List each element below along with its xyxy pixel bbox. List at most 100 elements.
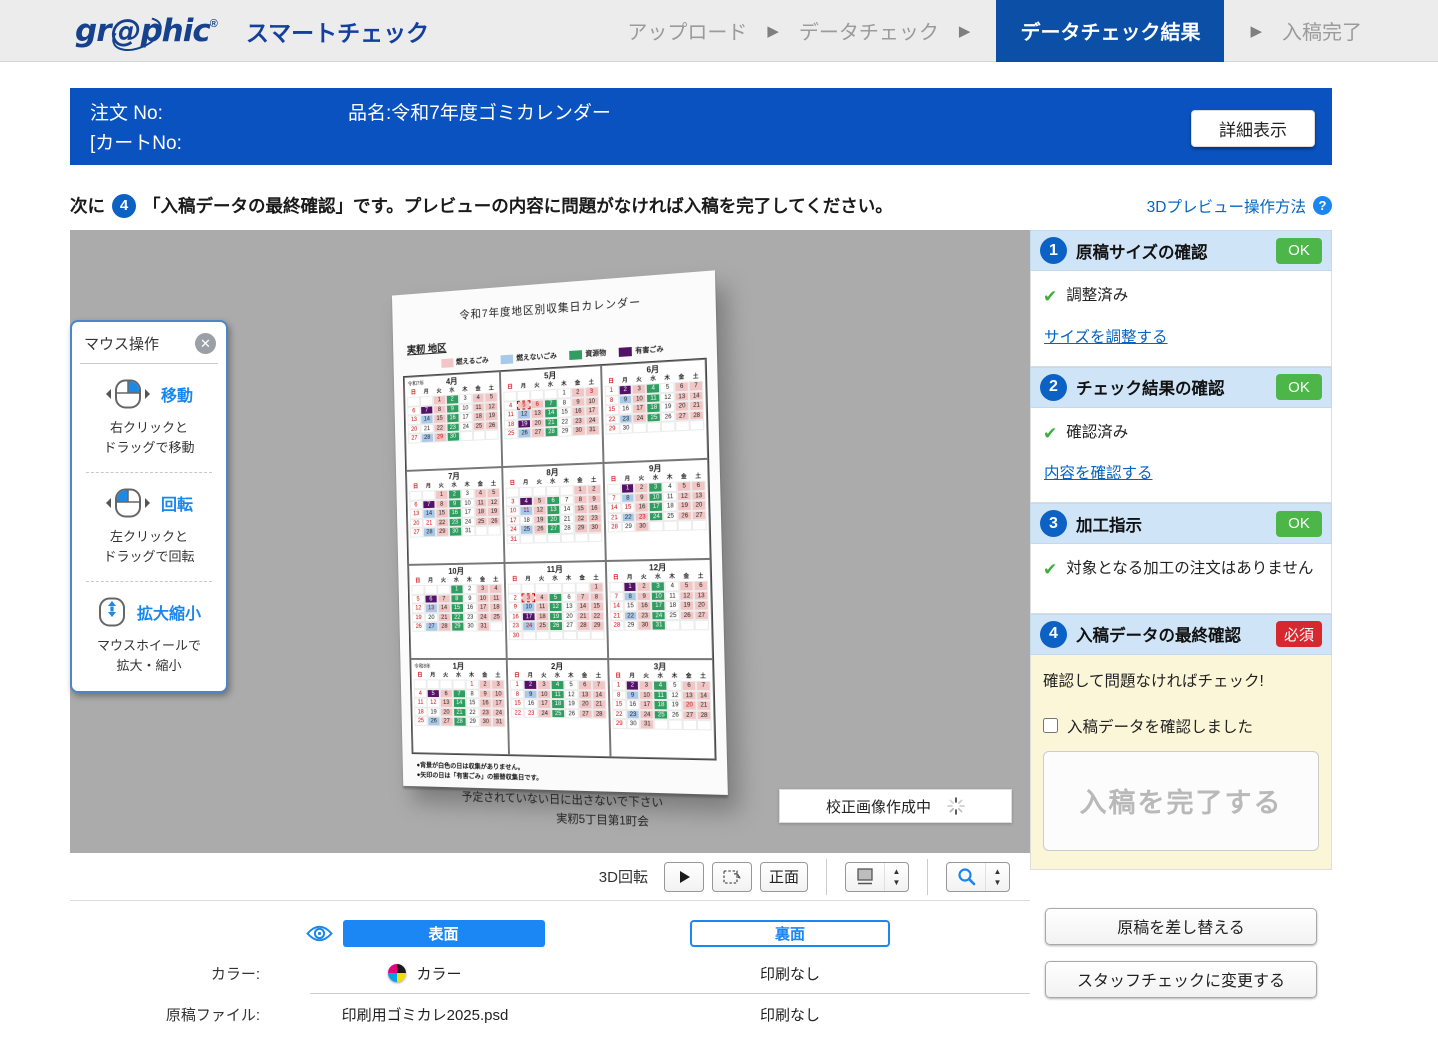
section2-title: チェック結果の確認	[1076, 380, 1225, 398]
proof-generating-status: 校正画像作成中	[779, 789, 1012, 823]
step3-number-icon: 3	[1040, 510, 1067, 537]
play-icon	[679, 870, 690, 883]
preview-column: マウス操作 ✕ 移動 右クリックと ドラッグで移動 回転 左クリックと ドラッグ…	[70, 230, 1030, 1034]
mouse-panel-title: マウス操作	[84, 336, 160, 353]
check-icon: ✔	[1043, 423, 1058, 443]
view-toolbar: 3D回転 正面 ▲ ▼ ▲ ▼	[70, 853, 1030, 901]
step1-number-icon: 1	[1040, 237, 1067, 264]
mouse-move-help: 移動 右クリックと ドラッグで移動	[80, 379, 218, 457]
calendar-month: 7月日月火水木金土 1 2 3 4 5 6 7 8 9 10 11 12 13 14 15 16 17 18 19 20…	[406, 467, 505, 565]
ok-badge: OK	[1276, 374, 1322, 400]
mouse-zoom-desc2: 拡大・縮小	[116, 657, 182, 673]
section-processing: 3 加工指示 OK ✔ 対象となる加工の注文はありません	[1030, 503, 1332, 614]
check-icon: ✔	[1043, 560, 1058, 579]
help-icon[interactable]: ?	[1313, 196, 1332, 215]
instruction-text: 「入稿データの最終確認」です。プレビューの内容に問題がなければ入稿を完了してくだ…	[143, 196, 893, 216]
step-datacheck-result-active: データチェック結果	[996, 0, 1225, 62]
app-header: gr@phic ® スマートチェック アップロード ▶ データチェック ▶ データ…	[0, 0, 1438, 62]
order-info-bar: 注文 No: 品名:令和7年度ゴミカレンダー [カートNo: 詳細表示	[70, 88, 1332, 165]
calendar-month: 10月日月火水木金土 1 2 3 4 5 6 7 8 9 10 11 12 13 14 15 16 17 18 19 2…	[408, 562, 508, 660]
step-submit-complete: 入稿完了	[1282, 22, 1362, 44]
front-color-value: カラー	[416, 965, 462, 983]
step-datacheck: データチェック	[798, 22, 939, 44]
legend-hazardous-swatch	[619, 346, 633, 357]
complete-submission-button[interactable]: 入稿を完了する	[1043, 750, 1319, 851]
play-rotation-button[interactable]	[663, 861, 704, 892]
preview-help-link[interactable]: 3Dプレビュー操作方法	[1147, 195, 1306, 217]
breadcrumb: アップロード ▶ データチェック ▶ データチェック結果 ▶ 入稿完了	[623, 0, 1438, 62]
mouse-rotate-help: 回転 左クリックと ドラッグで回転	[80, 488, 218, 566]
calendar-notes: ●背景が白色の日は収集がありません。 ●矢印の日は「有害ごみ」の振替収集日です。	[416, 761, 727, 790]
step-arrow-icon: ▶	[958, 22, 971, 40]
reset-rotation-button[interactable]	[711, 861, 752, 892]
adjust-size-link[interactable]: サイズを調整する	[1044, 325, 1168, 347]
step-arrow-icon: ▶	[767, 22, 779, 40]
calendar-month: 6月日月火水木金土 1 2 3 4 5 6 7 8 9 10 11 12 13 14 15 16 17 18 19 20…	[600, 358, 709, 464]
back-file-value: 印刷なし	[759, 1006, 820, 1024]
step4-number-icon: 4	[112, 193, 136, 218]
mouse-zoom-desc1: マウスホイールで	[96, 638, 201, 653]
ok-badge: OK	[1276, 510, 1322, 537]
calendar-month: 9月日月火水木金土 1 2 3 4 5 6 7 8 9 10 11 12 13 14 15 16 17 18 19 20…	[603, 458, 711, 561]
replace-manuscript-button[interactable]: 原稿を差し替える	[1045, 907, 1317, 945]
change-to-staff-check-button[interactable]: スタッフチェックに変更する	[1045, 960, 1317, 998]
smartcheck-page: gr@phic ® スマートチェック アップロード ▶ データチェック ▶ データ…	[0, 0, 1438, 1034]
registered-mark: ®	[209, 17, 218, 30]
front-view-button[interactable]: 正面	[759, 861, 808, 892]
close-icon[interactable]: ✕	[195, 333, 216, 354]
required-badge: 必須	[1276, 621, 1322, 647]
section3-title: 加工指示	[1076, 516, 1142, 535]
reset-rotation-icon	[723, 869, 741, 884]
mouse-move-desc2: ドラッグで移動	[103, 439, 195, 455]
zoom-selector[interactable]: ▲ ▼	[946, 861, 1010, 892]
legend-hazardous-label: 有害ごみ	[635, 345, 664, 355]
product-name: 品名:令和7年度ゴミカレンダー	[348, 103, 611, 124]
section2-status: 確認済み	[1066, 423, 1129, 441]
section4-title: 入稿データの最終確認	[1076, 627, 1241, 645]
mouse-right-click-icon	[105, 379, 150, 409]
mouse-rotate-desc2: ドラッグで回転	[103, 548, 195, 564]
mouse-wheel-icon	[98, 597, 125, 627]
instruction-row: 次に 4 「入稿データの最終確認」です。プレビューの内容に問題がなければ入稿を完…	[70, 193, 1332, 218]
confirm-content-link[interactable]: 内容を確認する	[1044, 461, 1153, 483]
background-selector[interactable]: ▲ ▼	[845, 861, 909, 892]
side-compare-panel: 表面 裏面 カラー: カラー 印刷なし 原稿ファイル: 印刷用ゴミカレ2025.	[70, 901, 1030, 1034]
legend-burnable-label: 燃えるごみ	[455, 357, 489, 367]
toolbar-divider	[826, 858, 827, 895]
spinner-icon	[947, 797, 965, 815]
confirm-checkbox-row[interactable]: 入稿データを確認しました	[1043, 715, 1319, 737]
confirm-checkbox[interactable]	[1043, 718, 1058, 733]
legend-nonburnable-swatch	[500, 354, 514, 364]
calendar-preview-sheet[interactable]: 令和7年度地区別収集日カレンダー 実籾 地区 燃えるごみ 燃えないごみ 資源物 …	[391, 270, 728, 828]
toolbar-divider	[927, 858, 928, 895]
calendar-month: 令和7年 4月日月火水木金土 1 2 3 4 5 6 7 8 9 10 11 12 13 14 15 16 17 18…	[403, 371, 503, 471]
graphic-logo: gr@phic ® スマートチェック	[75, 9, 429, 58]
section1-status: 調整済み	[1066, 287, 1129, 304]
mouse-operations-panel: マウス操作 ✕ 移動 右クリックと ドラッグで移動 回転 左クリックと ドラッグ…	[70, 320, 228, 693]
detail-view-button[interactable]: 詳細表示	[1191, 110, 1315, 147]
step-upload: アップロード	[627, 22, 748, 44]
preview-canvas[interactable]: マウス操作 ✕ 移動 右クリックと ドラッグで移動 回転 左クリックと ドラッグ…	[70, 230, 1030, 853]
status-text: 校正画像作成中	[825, 798, 931, 816]
section-check-result: 2 チェック結果の確認 OK ✔ 確認済み 内容を確認する	[1030, 366, 1332, 503]
mouse-move-label: 移動	[160, 388, 193, 405]
zoom-spin-arrows[interactable]: ▲ ▼	[985, 862, 1009, 891]
logo-text: gr@phic	[75, 12, 211, 49]
check-icon: ✔	[1043, 287, 1058, 306]
instruction-prefix: 次に	[70, 196, 105, 216]
step4-number-icon: 4	[1040, 620, 1067, 648]
mouse-zoom-help: 拡大縮小 マウスホイールで 拡大・縮小	[80, 597, 218, 675]
mouse-rotate-desc1: 左クリックと	[109, 529, 188, 544]
front-file-value: 印刷用ゴミカレ2025.psd	[341, 1006, 509, 1024]
section1-title: 原稿サイズの確認	[1076, 243, 1208, 262]
eye-icon[interactable]	[305, 924, 333, 943]
calendar-month: 3月日月火水木金土 1 2 3 4 5 6 7 8 9 10 11 12 13 14 15 16 17 18 19 20…	[607, 659, 716, 760]
calendar-month: 11月日月火水木金土 1 2 3 4 5 6 7 8 9 10 11 12 13 14 15 16 17 18 19 2…	[504, 560, 608, 660]
front-side-tab[interactable]: 表面	[342, 919, 545, 947]
background-spin-arrows[interactable]: ▲ ▼	[884, 862, 908, 891]
calendar-title: 令和7年度地区別収集日カレンダー	[459, 296, 642, 322]
step-arrow-icon: ▶	[1250, 22, 1262, 40]
section3-status: 対象となる加工の注文はありません	[1066, 560, 1314, 577]
calendar-month: 5月日月火水木金土 1 2 3 4 5 6 7 8 9 10 11 12 13 14 15 16 17 18 19 20…	[500, 365, 604, 468]
back-side-tab[interactable]: 裏面	[690, 919, 890, 947]
